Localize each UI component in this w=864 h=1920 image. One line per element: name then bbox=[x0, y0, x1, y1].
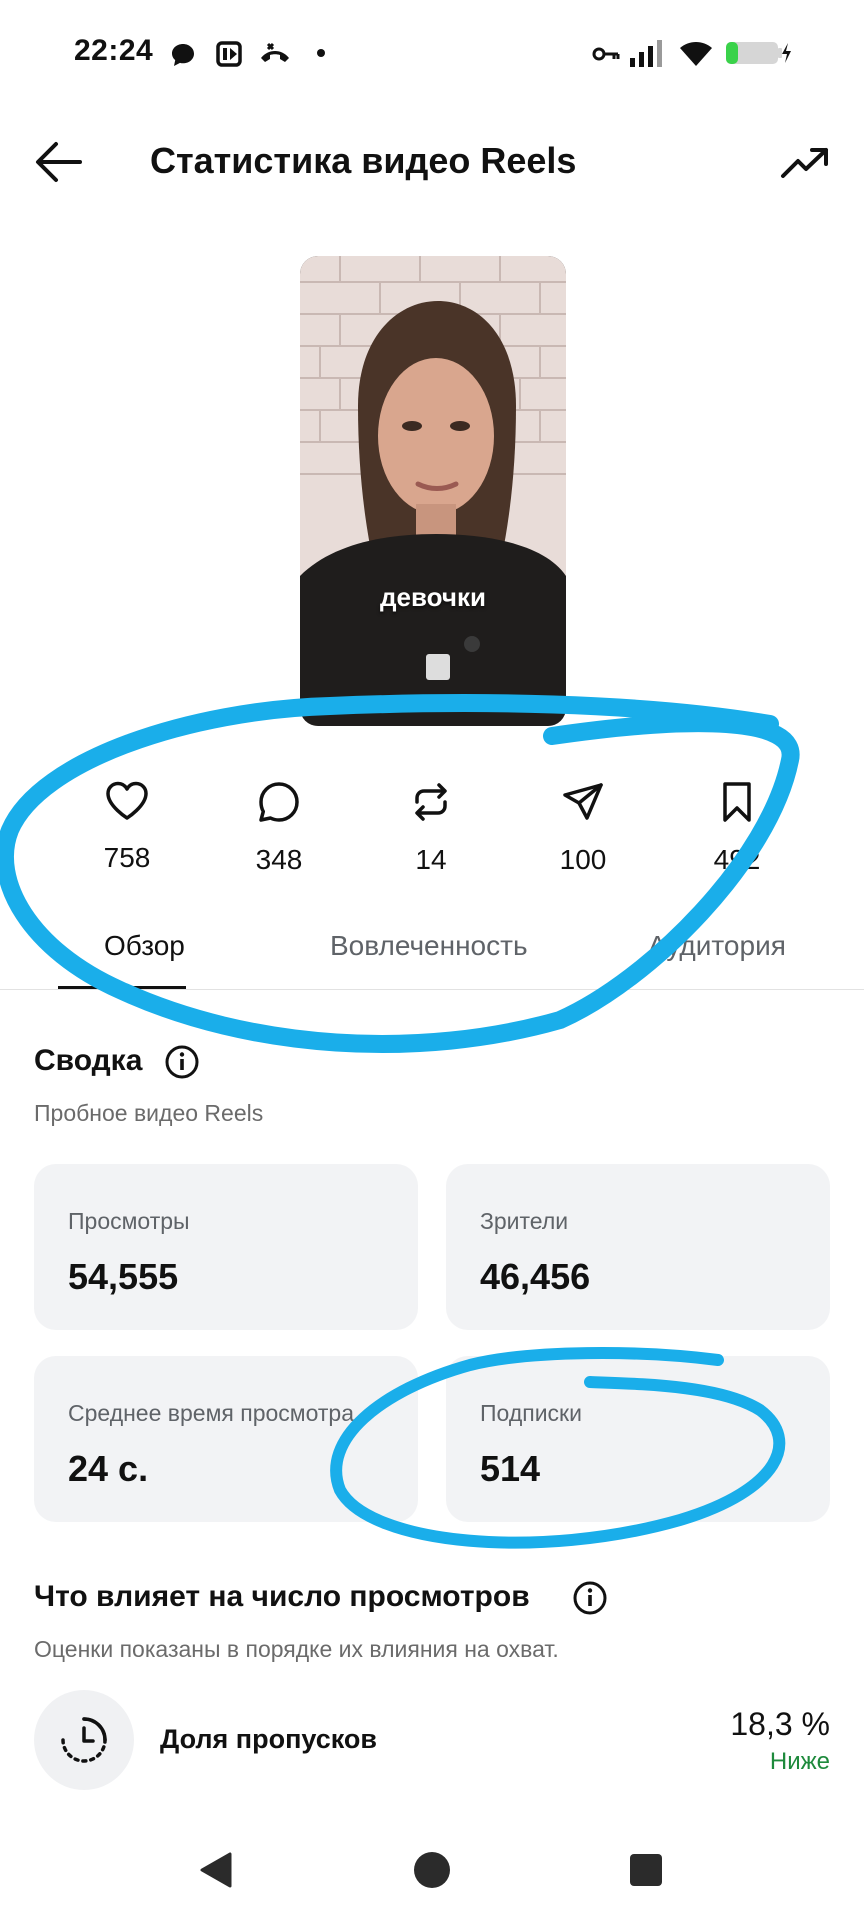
comments-count: 348 bbox=[255, 844, 303, 875]
reel-caption: девочки bbox=[380, 582, 486, 612]
summary-subtitle: Пробное видео Reels bbox=[34, 1100, 264, 1126]
card-views-label: Просмотры bbox=[68, 1208, 190, 1234]
stat-likes[interactable]: 758 bbox=[72, 780, 182, 874]
status-time: 22:24 bbox=[74, 34, 154, 67]
nav-home-icon[interactable] bbox=[412, 1850, 452, 1890]
chat-icon bbox=[172, 44, 194, 66]
card-viewers[interactable]: Зрители 46,456 bbox=[446, 1164, 830, 1330]
dot-icon bbox=[317, 49, 325, 57]
bookmark-icon bbox=[723, 782, 751, 822]
stat-shares[interactable]: 100 bbox=[528, 780, 638, 876]
card-viewers-value: 46,456 bbox=[480, 1256, 591, 1297]
clock-icon bbox=[61, 1717, 107, 1763]
summary-title: Сводка bbox=[34, 1044, 143, 1077]
heart-icon bbox=[106, 781, 148, 820]
tab-audience[interactable]: Аудитория bbox=[648, 930, 786, 962]
nav-recents-icon[interactable] bbox=[628, 1852, 664, 1888]
card-follows-value: 514 bbox=[480, 1448, 541, 1489]
card-views[interactable]: Просмотры 54,555 bbox=[34, 1164, 418, 1330]
factors-subtitle: Оценки показаны в порядке их влияния на … bbox=[34, 1636, 559, 1662]
tab-overview[interactable]: Обзор bbox=[104, 930, 185, 962]
page-title: Статистика видео Reels bbox=[150, 140, 577, 181]
saves-count: 492 bbox=[713, 844, 761, 875]
stat-comments[interactable]: 348 bbox=[224, 780, 334, 876]
skip-rate-trend: Ниже bbox=[769, 1748, 830, 1775]
signal-icon bbox=[630, 40, 662, 67]
skip-rate-value: 18,3 % bbox=[730, 1706, 830, 1742]
factors-title: Что влияет на число просмотров bbox=[34, 1580, 530, 1613]
card-viewers-label: Зрители bbox=[480, 1208, 569, 1234]
skip-rate-label: Доля пропусков bbox=[160, 1724, 378, 1754]
factors-info-icon[interactable] bbox=[572, 1580, 608, 1616]
card-follows-label: Подписки bbox=[480, 1400, 582, 1426]
card-avg-watch-time-label: Среднее время просмотра bbox=[68, 1400, 354, 1426]
trending-icon[interactable] bbox=[780, 146, 830, 180]
repost-icon bbox=[415, 783, 447, 821]
back-arrow-icon[interactable] bbox=[34, 140, 84, 184]
tab-engagement[interactable]: Вовлеченность bbox=[330, 930, 528, 962]
reel-thumbnail-image bbox=[300, 256, 566, 726]
key-icon bbox=[592, 47, 620, 61]
stat-saves[interactable]: 492 bbox=[682, 780, 792, 876]
card-views-value: 54,555 bbox=[68, 1256, 179, 1297]
reposts-count: 14 bbox=[415, 844, 447, 875]
nav-back-icon[interactable] bbox=[196, 1850, 234, 1890]
comment-icon bbox=[259, 782, 299, 822]
wifi-icon bbox=[680, 42, 712, 66]
share-icon bbox=[563, 783, 603, 820]
card-avg-watch-time-value: 24 с. bbox=[68, 1448, 149, 1489]
stat-reposts[interactable]: 14 bbox=[376, 780, 486, 876]
battery-icon bbox=[726, 42, 791, 64]
shares-count: 100 bbox=[559, 844, 607, 875]
card-follows[interactable]: Подписки 514 bbox=[446, 1356, 830, 1522]
media-icon bbox=[216, 41, 242, 67]
reel-thumbnail[interactable]: девочки bbox=[300, 256, 566, 726]
likes-count: 758 bbox=[103, 842, 151, 873]
summary-info-icon[interactable] bbox=[164, 1044, 200, 1080]
tabs-divider bbox=[0, 989, 864, 990]
card-avg-watch-time[interactable]: Среднее время просмотра 24 с. bbox=[34, 1356, 418, 1522]
call-icon bbox=[261, 42, 289, 62]
